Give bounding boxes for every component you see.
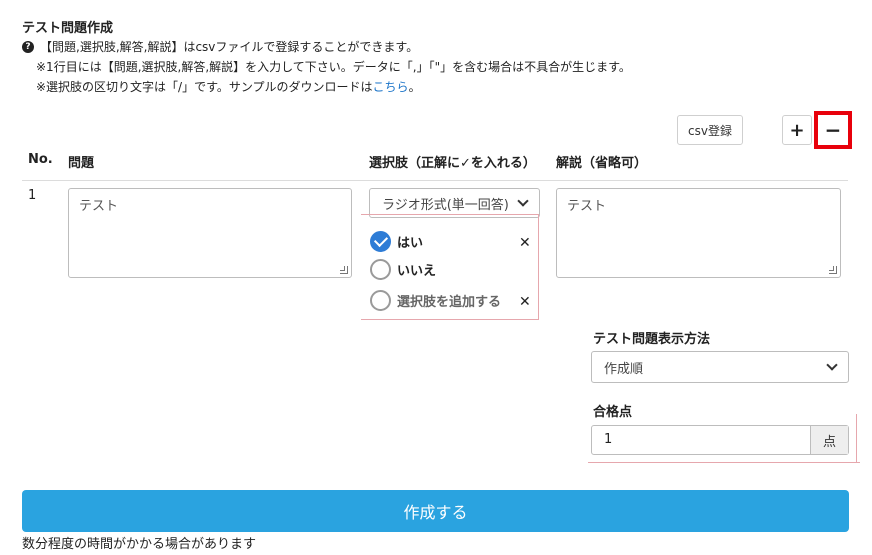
chevron-down-icon	[517, 195, 529, 207]
close-icon[interactable]: ✕	[519, 235, 531, 251]
header-question: 問題	[68, 156, 95, 171]
choice-label-yes: はい	[397, 236, 424, 251]
pass-score-unit: 点	[810, 426, 848, 454]
header-divider	[22, 180, 848, 181]
chevron-down-icon	[826, 359, 838, 371]
pass-score-border-right	[856, 414, 857, 462]
radio-unchecked-icon[interactable]	[370, 290, 391, 311]
question-textarea[interactable]: テスト	[68, 188, 352, 278]
check-icon[interactable]	[370, 231, 391, 252]
create-button[interactable]: 作成する	[22, 490, 849, 532]
choice-type-value: ラジオ形式(単一回答)	[382, 197, 509, 213]
pass-score-field[interactable]: 1 点	[591, 425, 849, 455]
question-text: テスト	[79, 199, 119, 214]
add-row-button[interactable]: +	[782, 115, 812, 145]
question-circle-icon: ?	[22, 40, 34, 53]
csv-register-button[interactable]: csv登録	[677, 115, 743, 145]
radio-unchecked-icon[interactable]	[370, 259, 391, 280]
choice-item-yes[interactable]: はい	[370, 231, 423, 252]
separator-note-text: ※選択肢の区切り文字は「/」です。サンプルのダウンロードは	[36, 80, 373, 94]
explanation-textarea[interactable]: テスト	[556, 188, 841, 278]
resize-handle-icon[interactable]	[829, 266, 837, 274]
separator-note: ※選択肢の区切り文字は「/」です。サンプルのダウンロードはこちら。	[36, 78, 421, 95]
display-method-select[interactable]: 作成順	[591, 351, 849, 383]
page-title: テスト問題作成	[22, 21, 114, 36]
add-choice-label[interactable]: 選択肢を追加する	[397, 291, 501, 310]
row-number: 1	[28, 188, 37, 203]
choice-item-no[interactable]: いいえ	[370, 259, 436, 280]
pass-score-label: 合格点	[593, 405, 633, 420]
processing-time-note: 数分程度の時間がかかる場合があります	[22, 537, 257, 552]
header-no: No.	[28, 152, 53, 167]
header-explanation: 解説（省略可）	[556, 156, 648, 171]
explanation-text: テスト	[567, 199, 607, 214]
resize-handle-icon[interactable]	[340, 266, 348, 274]
display-method-label: テスト問題表示方法	[593, 332, 711, 347]
display-method-value: 作成順	[604, 361, 644, 377]
add-choice-item[interactable]: 選択肢を追加する	[370, 290, 501, 311]
header-choices: 選択肢（正解に✓を入れる）	[369, 156, 536, 171]
csv-note-text: 【問題,選択肢,解答,解説】はcsvファイルで登録することができます。	[40, 40, 419, 54]
csv-format-note: ※1行目には【問題,選択肢,解答,解説】を入力して下さい。データに「,」「"」を…	[36, 60, 631, 74]
separator-note-suffix: 。	[408, 80, 421, 94]
pass-score-input[interactable]: 1	[592, 426, 810, 454]
close-icon[interactable]: ✕	[519, 294, 531, 310]
pass-score-border-bottom	[588, 462, 860, 463]
choice-label-no: いいえ	[397, 264, 437, 279]
csv-note: ? 【問題,選択肢,解答,解説】はcsvファイルで登録することができます。	[22, 38, 418, 55]
remove-row-button[interactable]: −	[814, 111, 852, 149]
sample-download-link[interactable]: こちら	[373, 80, 409, 94]
